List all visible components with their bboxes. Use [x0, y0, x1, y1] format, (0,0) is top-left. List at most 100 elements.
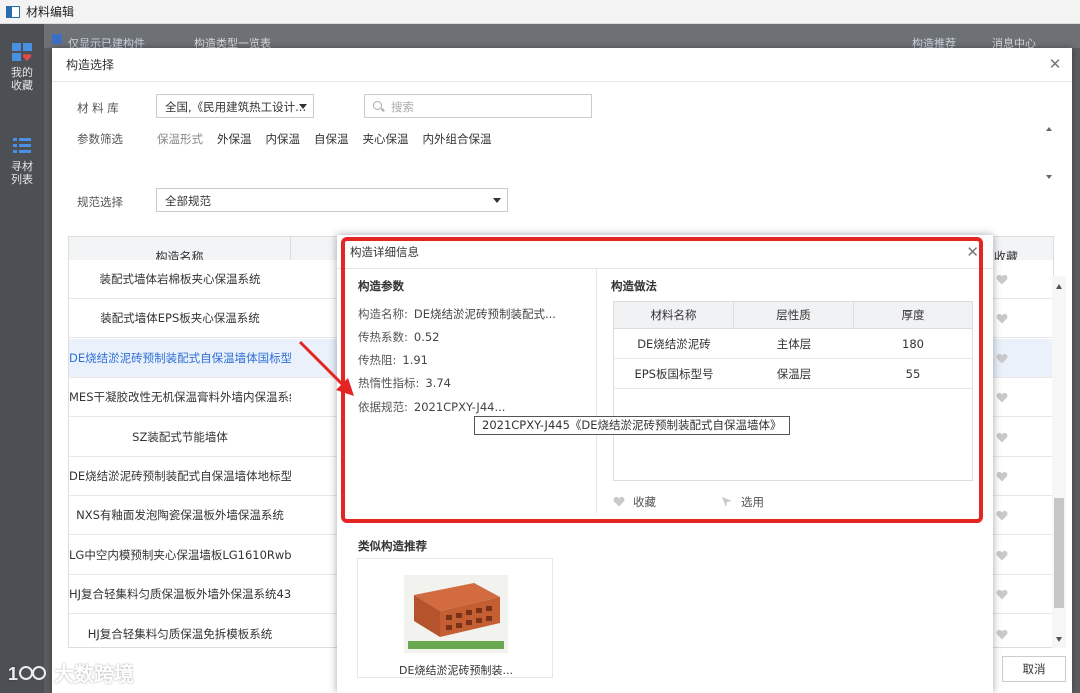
detail-header: 构造详细信息 — [337, 235, 993, 269]
similar-card-label: DE烧结淤泥砖预制装... — [399, 664, 513, 677]
scroll-down-icon[interactable] — [1046, 175, 1052, 179]
row-name: LG中空内模预制夹心保温墙板LG1610Rwb — [69, 547, 291, 562]
search-icon — [373, 101, 382, 110]
method-table: 材料名称 层性质 厚度 DE烧结淤泥砖 主体层 180 EPS板国标型号 保温层… — [613, 301, 973, 481]
app-icon — [6, 5, 20, 18]
scroll-up-icon[interactable] — [1046, 127, 1052, 131]
standard-label: 规范选择 — [77, 195, 123, 209]
thickness-cell: 55 — [905, 367, 921, 381]
scroll-down-icon[interactable] — [1056, 637, 1062, 642]
dialog-title: 构造选择 — [66, 58, 115, 72]
filter-option[interactable]: 外保温 — [217, 131, 252, 147]
method-title: 构造做法 — [611, 279, 657, 293]
col-layer: 层性质 — [734, 302, 854, 329]
background-toolbar: 仅显示已建构件 构造类型一览表 构造推荐 消息中心 — [44, 24, 1080, 50]
detail-title: 构造详细信息 — [350, 244, 419, 259]
row-name: MES干凝胶改性无机保温膏料外墙内保温系统 — [69, 390, 291, 405]
annotation-arrow-icon — [298, 340, 354, 396]
heart-icon[interactable] — [996, 629, 1008, 640]
row-name: SZ装配式节能墙体 — [132, 429, 228, 444]
layer-cell: 保温层 — [776, 367, 812, 381]
standard-select[interactable]: 全部规范 — [156, 188, 508, 212]
svg-text:1: 1 — [8, 664, 18, 684]
method-row[interactable]: DE烧结淤泥砖 主体层 180 — [614, 329, 972, 359]
method-table-header: 材料名称 层性质 厚度 — [614, 302, 972, 329]
standard-select-value: 全部规范 — [165, 194, 211, 208]
watermark-text: 大数跨境 — [54, 662, 134, 686]
heart-icon[interactable] — [996, 274, 1008, 285]
param-name: 构造名称: DE烧结淤泥砖预制装配式... — [358, 307, 556, 321]
window-title: 材料编辑 — [26, 5, 75, 19]
close-icon[interactable]: ✕ — [1048, 57, 1062, 72]
filter-label: 参数筛选 — [77, 132, 123, 146]
filter-option[interactable]: 内外组合保温 — [423, 131, 492, 147]
favorites-icon — [12, 43, 32, 61]
cancel-button[interactable]: 取消 — [1002, 656, 1066, 682]
row-name: HJ复合轻集料匀质保温免拆模板系统 — [87, 626, 273, 641]
row-name: DE烧结淤泥砖预制装配式自保温墙体国标型号 — [69, 350, 291, 365]
heart-icon[interactable] — [996, 313, 1008, 324]
filter-scrollbar[interactable] — [1045, 123, 1055, 185]
scroll-up-icon[interactable] — [1056, 284, 1062, 289]
filter-options: 保温形式 外保温 内保温 自保温 夹心保温 内外组合保温 — [157, 131, 492, 147]
material-cell: EPS板国标型号 — [634, 367, 714, 381]
filter-group-label: 保温形式 — [157, 132, 203, 146]
param-u-value: 传热系数: 0.52 — [358, 330, 440, 344]
params-title: 构造参数 — [358, 279, 404, 293]
table-scrollbar[interactable] — [1052, 276, 1066, 648]
favorite-action[interactable]: 收藏 — [613, 494, 656, 510]
filter-option[interactable]: 夹心保温 — [363, 131, 409, 147]
close-icon[interactable]: ✕ — [966, 245, 979, 260]
param-inertia: 热惰性指标: 3.74 — [358, 376, 451, 390]
thickness-cell: 180 — [902, 337, 924, 351]
cursor-icon — [722, 497, 732, 507]
heart-icon[interactable] — [996, 471, 1008, 482]
filter-option[interactable]: 自保温 — [314, 131, 349, 147]
row-name: NXS有釉面发泡陶瓷保温板外墙保温系统 — [76, 508, 284, 523]
library-select-value: 全国,《民用建筑热工设计... — [165, 100, 307, 114]
search-placeholder: 搜索 — [391, 100, 414, 114]
col-thickness: 厚度 — [901, 308, 925, 322]
heart-icon — [613, 496, 625, 507]
checkbox-icon — [52, 34, 62, 44]
library-label: 材 料 库 — [77, 101, 119, 115]
method-row[interactable]: EPS板国标型号 保温层 55 — [614, 359, 972, 389]
chevron-down-icon — [493, 198, 501, 203]
dialog-header: 构造选择 — [52, 48, 1072, 82]
rail-search-list-label: 寻材列表 — [11, 160, 33, 186]
watermark-logo-icon: 1 — [8, 664, 46, 684]
similar-card[interactable]: DE烧结淤泥砖预制装... — [357, 558, 553, 678]
list-icon — [13, 138, 31, 153]
heart-icon[interactable] — [996, 550, 1008, 561]
row-name: 装配式墙体岩棉板夹心保温系统 — [99, 272, 261, 286]
heart-icon[interactable] — [996, 589, 1008, 600]
row-name: HJ复合轻集料匀质保温板外墙外保温系统43级 — [69, 587, 291, 602]
heart-icon[interactable] — [996, 432, 1008, 443]
heart-icon[interactable] — [996, 392, 1008, 403]
rail-favorites[interactable]: 我的收藏 — [0, 42, 44, 92]
chevron-down-icon — [299, 104, 307, 109]
param-standard[interactable]: 依据规范: 2021CPXY-J44... — [358, 399, 505, 415]
select-action[interactable]: 选用 — [721, 494, 764, 510]
layer-cell: 主体层 — [776, 337, 812, 351]
scroll-thumb[interactable] — [1054, 498, 1064, 608]
material-cell: DE烧结淤泥砖 — [637, 337, 711, 351]
rail-search-list[interactable]: 寻材列表 — [0, 136, 44, 186]
watermark: 1 大数跨境 — [8, 658, 134, 687]
row-name: DE烧结淤泥砖预制装配式自保温墙体地标型号 — [69, 469, 291, 483]
structure-detail-dialog: 构造详细信息 ✕ 构造参数 构造名称: DE烧结淤泥砖预制装配式... 传热系数:… — [337, 235, 993, 693]
param-resistance: 传热阻: 1.91 — [358, 353, 428, 367]
window-titlebar: 材料编辑 — [0, 0, 1080, 24]
row-name: 装配式墙体EPS板夹心保温系统 — [100, 311, 260, 326]
rail-favorites-label: 我的收藏 — [11, 66, 33, 92]
filter-option[interactable]: 内保温 — [266, 131, 301, 147]
search-input[interactable]: 搜索 — [364, 94, 592, 118]
heart-icon[interactable] — [996, 353, 1008, 364]
col-material: 材料名称 — [614, 302, 734, 329]
left-rail: 我的收藏 寻材列表 — [0, 24, 44, 693]
standard-tooltip: 2021CPXY-J445《DE烧结淤泥砖预制装配式自保温墙体》 — [474, 416, 790, 435]
similar-title: 类似构造推荐 — [358, 539, 427, 553]
library-select[interactable]: 全国,《民用建筑热工设计... — [156, 94, 314, 118]
brick-image — [404, 575, 508, 653]
heart-icon[interactable] — [996, 510, 1008, 521]
